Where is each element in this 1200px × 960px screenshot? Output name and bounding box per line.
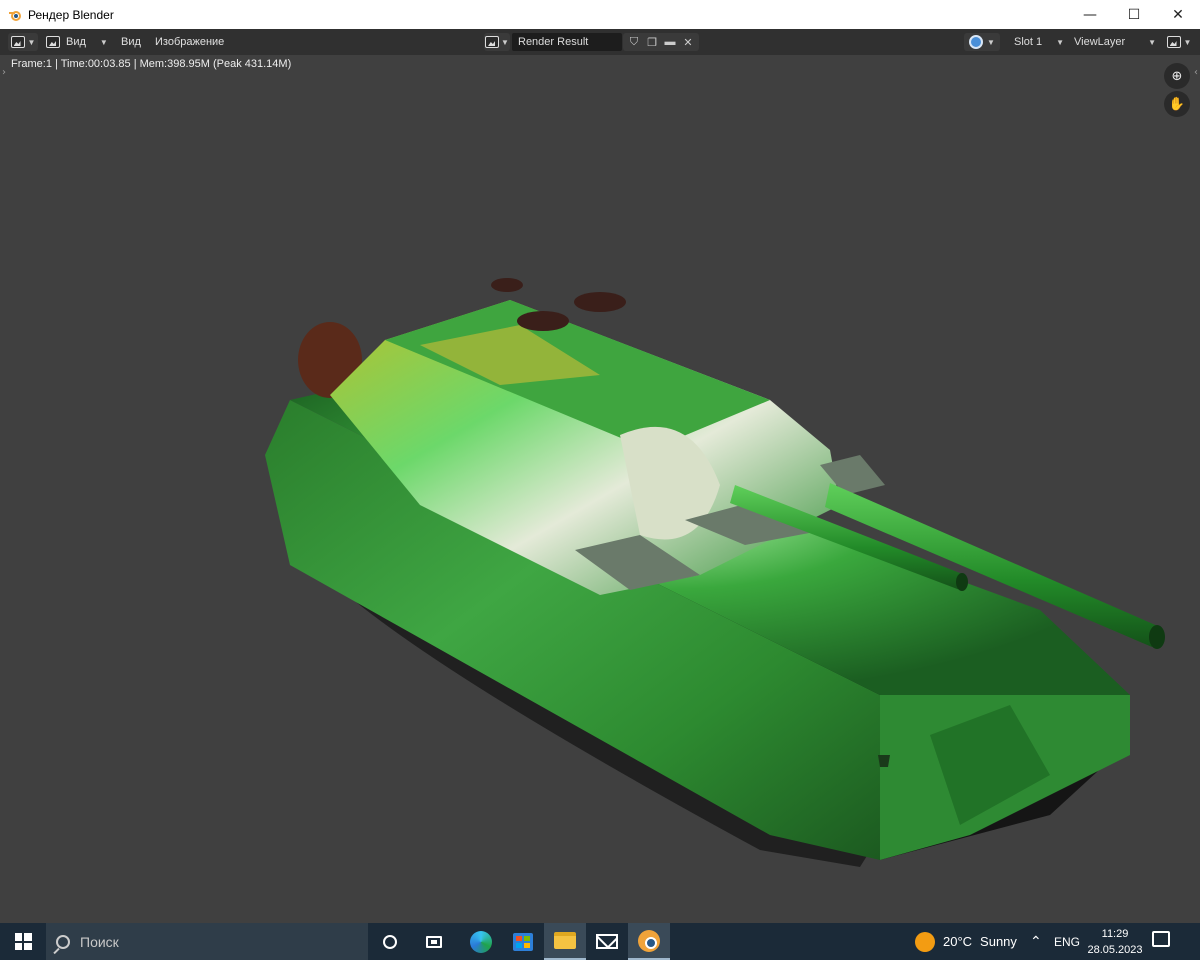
pan-hand-icon[interactable]: ✋: [1164, 91, 1190, 117]
render-result-image: [265, 278, 1165, 867]
view-layer-label: ViewLayer: [1074, 36, 1126, 48]
language-label: ENG: [1054, 934, 1081, 949]
search-icon: [56, 934, 70, 949]
hatch-2: [574, 292, 626, 312]
tray-overflow-button[interactable]: ⌃: [1030, 923, 1042, 960]
chevron-down-icon: ▼: [99, 37, 108, 47]
blender-app-icon: [9, 10, 21, 21]
windows-taskbar: Поиск 20°C Sunny ⌃ ENG 11:29 28.05.2023: [0, 923, 1200, 960]
menu-image-label: Изображение: [155, 36, 225, 48]
clock-time: 11:29: [1101, 928, 1129, 940]
window-controls: — ☐ ✕: [1068, 0, 1200, 29]
slot-dropdown[interactable]: Slot 1 ▼: [1008, 33, 1068, 51]
render-stats: Frame:1 | Time:00:03.85 | Mem:398.95M (P…: [11, 58, 292, 70]
blender-taskbar-button[interactable]: [628, 923, 670, 960]
chevron-down-icon: ▼: [987, 37, 995, 47]
view-mode-label: Вид: [66, 36, 86, 48]
image-name-field[interactable]: Render Result: [512, 33, 622, 51]
view-mode-icon: [46, 36, 60, 48]
taskbar-clock[interactable]: 11:29 28.05.2023: [1085, 926, 1145, 958]
image-editor-header: ▼ Вид ▼ Вид Изображение ▼ Render Result …: [0, 29, 1200, 55]
display-channels-icon: [1166, 36, 1181, 48]
unlink-close-icon[interactable]: ✕: [681, 35, 695, 49]
image-browse-icon: [485, 36, 500, 48]
render-engine-dropdown[interactable]: ▼: [964, 33, 1000, 51]
chevron-down-icon: ▼: [1056, 37, 1064, 47]
edge-button[interactable]: [460, 923, 502, 960]
view-mode-dropdown[interactable]: Вид ▼: [44, 33, 110, 51]
store-button[interactable]: [502, 923, 544, 960]
image-name-label: Render Result: [518, 36, 589, 48]
start-button[interactable]: [0, 923, 46, 960]
tow-hook: [878, 755, 890, 767]
weather-widget[interactable]: 20°C Sunny: [915, 923, 1017, 960]
image-actions: ⛉ ❐ ▬ ✕: [623, 33, 699, 51]
folder-icon: [554, 932, 576, 949]
menu-view-label: Вид: [121, 36, 141, 48]
hatch-1: [491, 278, 523, 292]
menu-image[interactable]: Изображение: [155, 33, 224, 51]
right-panel-toggle-icon[interactable]: ‹: [1194, 67, 1198, 78]
mail-button[interactable]: [586, 923, 628, 960]
chevron-down-icon: ▼: [1148, 37, 1156, 47]
chevron-down-icon: ▼: [1183, 37, 1192, 47]
left-panel-toggle-icon[interactable]: ›: [2, 67, 6, 78]
view-layer-dropdown[interactable]: ViewLayer ▼: [1068, 33, 1160, 51]
cortana-button[interactable]: [369, 923, 411, 960]
task-view-button[interactable]: [413, 923, 455, 960]
weather-temp: 20°C: [943, 934, 973, 949]
windows-logo-icon: [14, 933, 32, 950]
main-gun-muzzle: [1149, 625, 1165, 649]
clock-date: 28.05.2023: [1087, 944, 1143, 956]
sun-icon: [915, 931, 935, 952]
image-editor-icon: [10, 36, 25, 48]
chevron-down-icon: ▼: [27, 37, 36, 47]
mail-icon: [596, 934, 618, 949]
display-channels-button[interactable]: ▼: [1164, 33, 1194, 51]
search-placeholder: Поиск: [80, 933, 119, 950]
cortana-icon: [383, 934, 397, 949]
new-image-icon[interactable]: ❐: [645, 35, 659, 49]
menu-view[interactable]: Вид: [121, 33, 141, 51]
hatch-3: [517, 311, 569, 331]
language-indicator[interactable]: ENG: [1054, 923, 1080, 960]
edge-icon: [470, 930, 492, 953]
window-titlebar: Рендер Blender — ☐ ✕: [0, 0, 1200, 29]
file-explorer-button[interactable]: [544, 923, 586, 960]
render-viewport[interactable]: Frame:1 | Time:00:03.85 | Mem:398.95M (P…: [0, 55, 1200, 923]
browse-image-button[interactable]: ▼: [484, 33, 510, 51]
weather-desc: Sunny: [980, 934, 1017, 949]
close-button[interactable]: ✕: [1156, 0, 1200, 29]
window-title: Рендер Blender: [28, 7, 114, 22]
chevron-down-icon: ▼: [501, 37, 509, 47]
minimize-button[interactable]: —: [1068, 0, 1112, 29]
secondary-gun-muzzle: [956, 573, 968, 591]
task-view-icon: [426, 935, 442, 948]
zoom-icon[interactable]: ⊕: [1164, 63, 1190, 89]
slot-label: Slot 1: [1014, 36, 1043, 48]
editor-type-button[interactable]: ▼: [8, 33, 38, 51]
blender-icon: [638, 929, 660, 952]
open-folder-icon[interactable]: ▬: [663, 35, 677, 49]
maximize-button[interactable]: ☐: [1112, 0, 1156, 29]
fake-user-shield-icon[interactable]: ⛉: [627, 35, 641, 49]
chevron-up-icon: ⌃: [1030, 933, 1042, 949]
render-engine-icon: [969, 35, 984, 49]
notification-center-icon[interactable]: [1152, 931, 1170, 947]
taskbar-search[interactable]: Поиск: [46, 923, 368, 960]
store-icon: [513, 932, 533, 951]
